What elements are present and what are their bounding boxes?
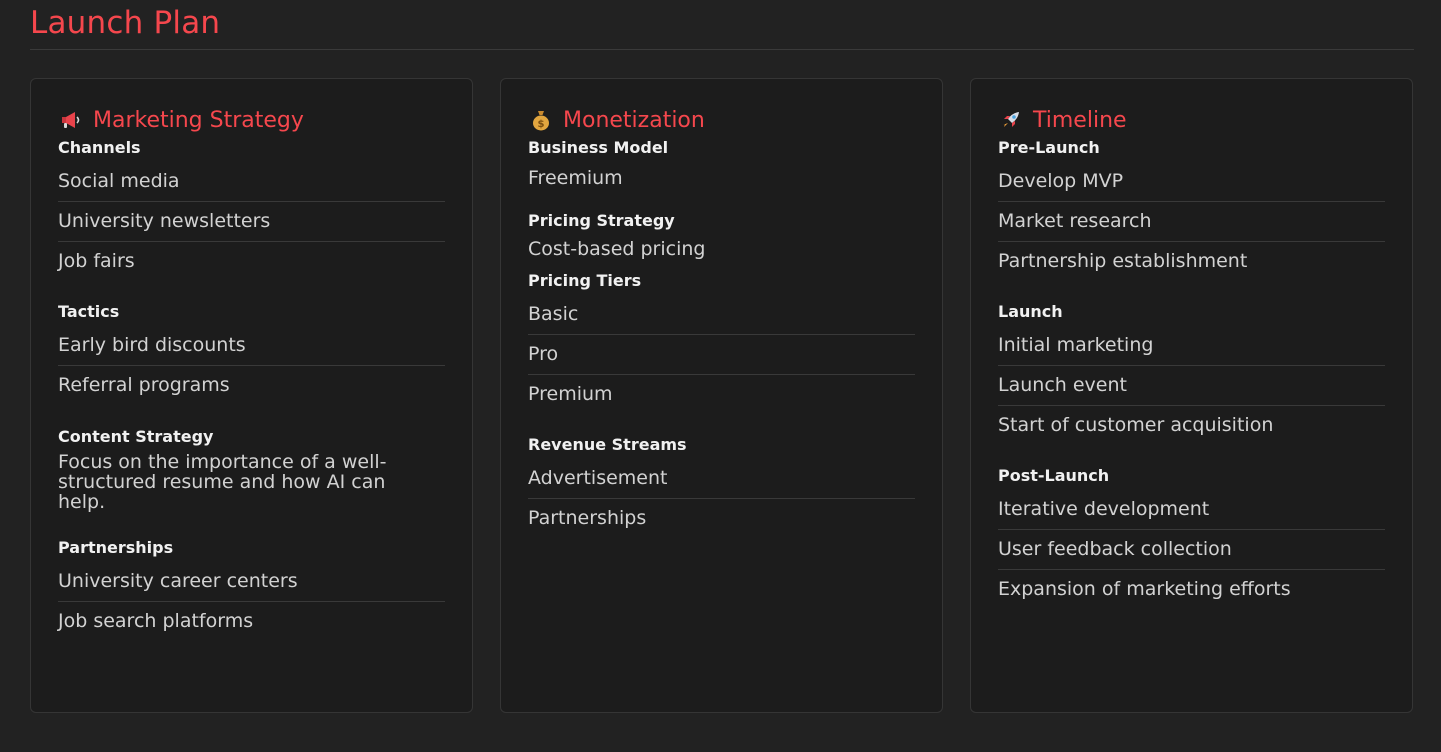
list-item: Partnerships <box>528 507 647 529</box>
list-item: Basic <box>528 295 915 335</box>
tactics-list: Early bird discounts Referral programs <box>58 326 445 405</box>
channels-section: Channels Social media University newslet… <box>58 137 445 281</box>
card-title-text: Marketing Strategy <box>93 107 304 133</box>
list-item: Social media <box>58 162 445 202</box>
channels-list: Social media University newsletters Job … <box>58 162 445 281</box>
list-item: Start of customer acquisition <box>998 414 1274 436</box>
money-bag-icon: $ <box>529 108 553 132</box>
pricing-strategy-value: Cost-based pricing <box>528 238 706 260</box>
section-title: Tactics <box>58 302 120 321</box>
partnerships-section: Partnerships University career centers J… <box>58 537 445 641</box>
monetization-card: $ Monetization Business Model Freemium P… <box>500 78 943 713</box>
page-title: Launch Plan <box>30 5 221 41</box>
list-item: Iterative development <box>998 490 1385 530</box>
content-strategy-text: Focus on the importance of a well-struct… <box>58 451 387 513</box>
section-title: Channels <box>58 138 141 157</box>
rocket-icon <box>999 108 1023 132</box>
section-title: Pricing Tiers <box>528 271 642 290</box>
megaphone-icon <box>59 108 83 132</box>
pricing-tiers-section: Pricing Tiers Basic Pro Premium <box>528 270 915 414</box>
list-item: Develop MVP <box>998 162 1385 202</box>
section-title: Pricing Strategy <box>528 211 675 230</box>
partnerships-list: University career centers Job search pla… <box>58 562 445 641</box>
list-item: Launch event <box>998 366 1385 406</box>
list-item: Job search platforms <box>58 610 254 632</box>
list-item: Job fairs <box>58 250 135 272</box>
svg-text:$: $ <box>538 119 545 130</box>
revenue-streams-section: Revenue Streams Advertisement Partnershi… <box>528 434 915 538</box>
content-strategy-section: Content Strategy Focus on the importance… <box>58 426 445 512</box>
tactics-section: Tactics Early bird discounts Referral pr… <box>58 301 445 405</box>
section-title: Pre-Launch <box>998 138 1100 157</box>
list-item: Referral programs <box>58 374 230 396</box>
section-title: Content Strategy <box>58 427 214 446</box>
pre-launch-section: Pre-Launch Develop MVP Market research P… <box>998 137 1385 281</box>
list-item: Initial marketing <box>998 326 1385 366</box>
section-title: Post-Launch <box>998 466 1110 485</box>
pre-launch-list: Develop MVP Market research Partnership … <box>998 162 1385 281</box>
launch-list: Initial marketing Launch event Start of … <box>998 326 1385 445</box>
list-item: Market research <box>998 202 1385 242</box>
post-launch-section: Post-Launch Iterative development User f… <box>998 465 1385 609</box>
section-title: Business Model <box>528 138 669 157</box>
pricing-strategy-section: Pricing Strategy Cost-based pricing <box>528 210 915 264</box>
card-title-text: Monetization <box>563 107 705 133</box>
card-title-text: Timeline <box>1033 107 1127 133</box>
section-title: Revenue Streams <box>528 435 687 454</box>
list-item: University newsletters <box>58 202 445 242</box>
page-header: Launch Plan <box>30 0 1414 50</box>
list-item: Expansion of marketing efforts <box>998 578 1291 600</box>
post-launch-list: Iterative development User feedback coll… <box>998 490 1385 609</box>
marketing-strategy-card: Marketing Strategy Channels Social media… <box>30 78 473 713</box>
pricing-tiers-list: Basic Pro Premium <box>528 295 915 414</box>
list-item: Partnership establishment <box>998 250 1248 272</box>
monetization-title: $ Monetization <box>529 105 915 135</box>
business-model-value: Freemium <box>528 167 623 189</box>
revenue-streams-list: Advertisement Partnerships <box>528 459 915 538</box>
list-item: User feedback collection <box>998 530 1385 570</box>
timeline-card: Timeline Pre-Launch Develop MVP Market r… <box>970 78 1413 713</box>
section-title: Launch <box>998 302 1063 321</box>
launch-plan-page: Launch Plan Marketing Strategy Channels … <box>0 0 1441 752</box>
section-title: Partnerships <box>58 538 174 557</box>
business-model-section: Business Model Freemium <box>528 137 915 193</box>
list-item: Advertisement <box>528 459 915 499</box>
marketing-strategy-title: Marketing Strategy <box>59 105 445 135</box>
list-item: Premium <box>528 383 613 405</box>
list-item: Early bird discounts <box>58 326 445 366</box>
list-item: University career centers <box>58 562 445 602</box>
launch-section: Launch Initial marketing Launch event St… <box>998 301 1385 445</box>
timeline-title: Timeline <box>999 105 1385 135</box>
list-item: Pro <box>528 335 915 375</box>
